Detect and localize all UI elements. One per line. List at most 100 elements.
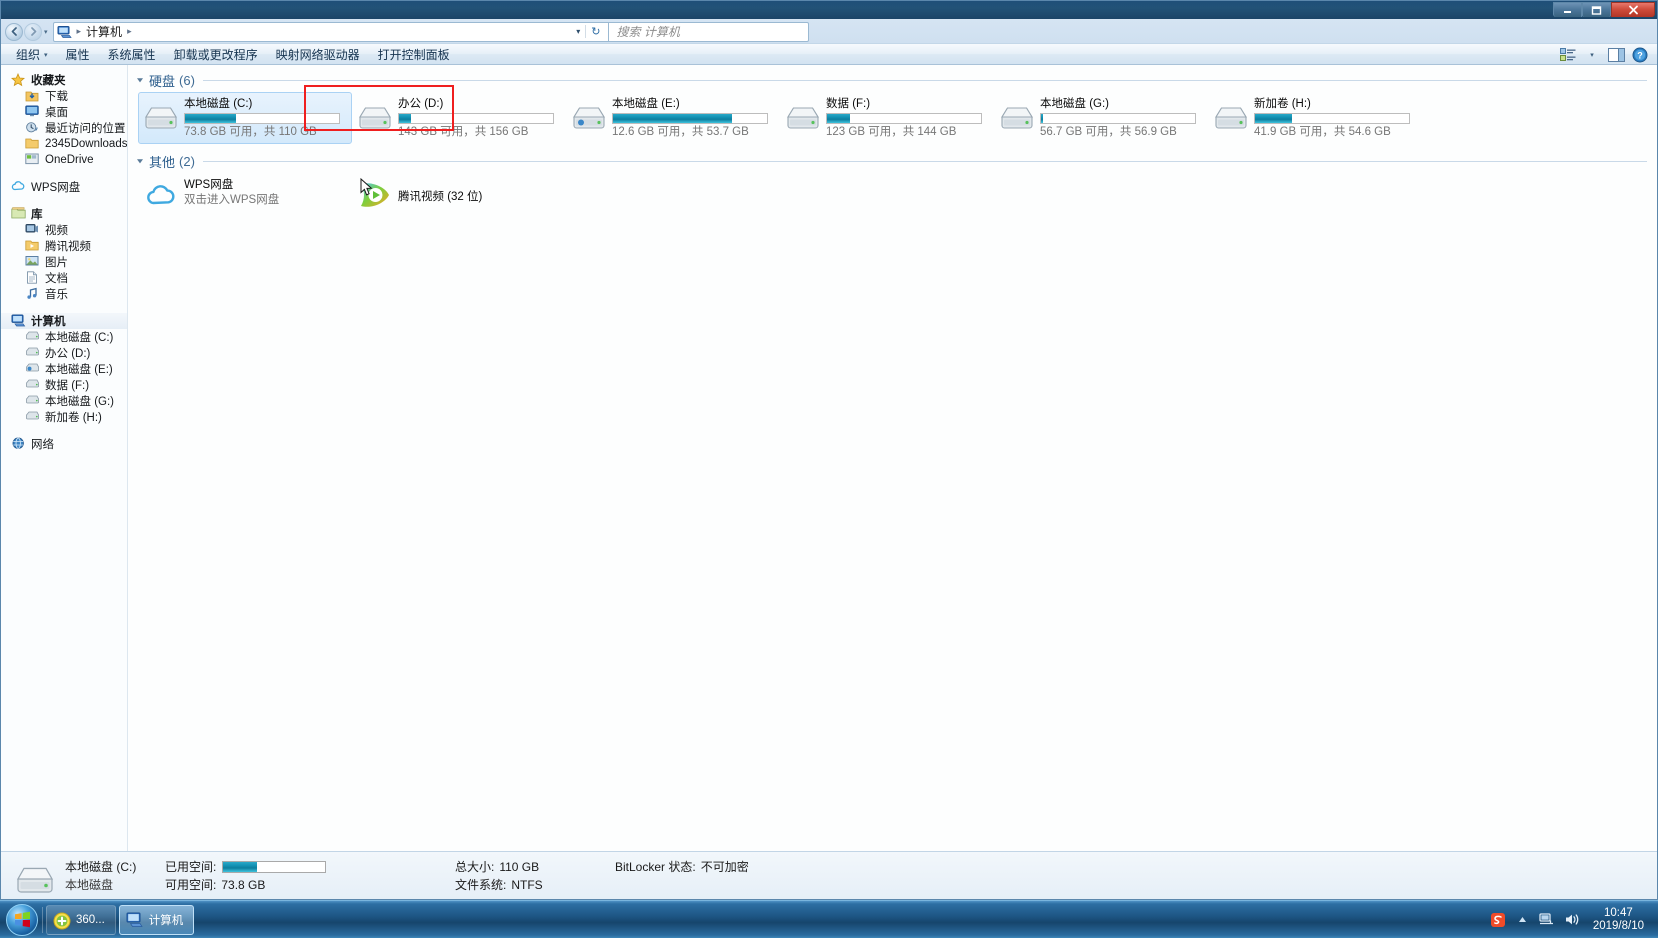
toolbar-map-network-drive[interactable]: 映射网络驱动器 [267, 44, 369, 65]
sidebar-item-tencent-video[interactable]: 腾讯视频 [1, 238, 127, 254]
breadcrumb-computer[interactable]: 计算机 [84, 23, 124, 40]
sidebar-item-2345downloads[interactable]: 2345Downloads [1, 136, 127, 152]
sidebar-item-onedrive[interactable]: OneDrive [1, 152, 127, 168]
content-pane[interactable]: 硬盘 (6) 本地磁盘 (C:) 73.8 GB 可用，共 110 GB 办公 … [128, 65, 1657, 851]
drive-usage-fill-f [827, 114, 851, 123]
sidebar-item-drive-d[interactable]: 办公 (D:) [1, 345, 127, 361]
drive-capacity-g: 56.7 GB 可用，共 56.9 GB [1040, 126, 1177, 138]
taskbar-item-computer[interactable]: 计算机 [118, 904, 195, 935]
group-count-harddisks: (6) [179, 73, 195, 88]
address-bar[interactable]: ▸ 计算机 ▸ ▾ ↻ [52, 21, 609, 42]
sidebar-item-music[interactable]: 音乐 [1, 286, 127, 302]
sidebar-item-recent-places[interactable]: 最近访问的位置 [1, 120, 127, 136]
group-header-others[interactable]: 其他 (2) [128, 144, 1657, 173]
recent-places-icon [25, 121, 40, 135]
other-tile-wps-cloud[interactable]: WPS网盘 双击进入WPS网盘 [138, 173, 352, 217]
history-dropdown-caret[interactable]: ▾ [44, 28, 48, 36]
breadcrumb-separator-1[interactable]: ▸ [124, 26, 135, 37]
other-name-wps-cloud: WPS网盘 [184, 179, 234, 191]
system-tray: 10:47 2019/8/10 [1489, 907, 1658, 933]
sidebar-item-drive-c[interactable]: 本地磁盘 (C:) [1, 329, 127, 345]
sidebar-item-network[interactable]: 网络 [1, 436, 127, 452]
toolbar-properties[interactable]: 属性 [57, 44, 99, 65]
drive-name-g: 本地磁盘 (G:) [1040, 98, 1109, 110]
drive-tile-f[interactable]: 数据 (F:) 123 GB 可用，共 144 GB [780, 92, 994, 144]
forward-button[interactable] [24, 22, 42, 41]
details-usage-fill [223, 861, 257, 872]
drive-icon [786, 103, 820, 133]
show-hidden-icons-icon[interactable] [1514, 911, 1532, 929]
sidebar-label-onedrive: OneDrive [45, 154, 94, 166]
wps-cloud-icon [144, 180, 178, 212]
sidebar-item-videos[interactable]: 视频 [1, 222, 127, 238]
sidebar-label-libraries: 库 [31, 209, 43, 221]
details-bitlocker-row: BitLocker 状态: 不可加密 [615, 858, 749, 876]
sidebar-item-pictures[interactable]: 图片 [1, 254, 127, 270]
group-header-harddisks[interactable]: 硬盘 (6) [128, 65, 1657, 92]
other-tile-tencent-video[interactable]: 腾讯视频 (32 位) [352, 173, 566, 217]
sidebar-item-libraries[interactable]: 库 [1, 206, 127, 222]
sidebar-label-pictures: 图片 [45, 257, 68, 269]
drive-usage-fill-d [399, 114, 412, 123]
nav-spacer-4 [1, 425, 127, 436]
drive-capacity-f: 123 GB 可用，共 144 GB [826, 126, 957, 138]
drive-tile-d[interactable]: 办公 (D:) 143 GB 可用，共 156 GB [352, 92, 566, 144]
sogou-input-icon[interactable] [1489, 911, 1507, 929]
drive-capacity-e: 12.6 GB 可用，共 53.7 GB [612, 126, 749, 138]
network-tray-icon[interactable] [1539, 911, 1557, 929]
drive-usage-fill-e [613, 114, 732, 123]
sidebar-label-2345downloads: 2345Downloads [45, 138, 128, 150]
sidebar-label-documents: 文档 [45, 273, 68, 285]
clock[interactable]: 10:47 2019/8/10 [1589, 907, 1650, 933]
collapse-triangle-icon[interactable] [136, 76, 144, 86]
close-button[interactable] [1611, 2, 1655, 17]
view-layout-icon[interactable] [1557, 45, 1579, 65]
drive-usage-bar-h [1254, 113, 1410, 124]
sidebar-item-computer[interactable]: 计算机 [1, 313, 127, 329]
other-info-wps-cloud: WPS网盘 双击进入WPS网盘 [184, 178, 346, 208]
cloud-icon [11, 180, 26, 194]
sidebar-item-drive-g[interactable]: 本地磁盘 (G:) [1, 393, 127, 409]
sidebar-item-drive-h[interactable]: 新加卷 (H:) [1, 409, 127, 425]
toolbar-system-properties[interactable]: 系统属性 [99, 44, 165, 65]
refresh-icon[interactable]: ↻ [585, 25, 605, 38]
sidebar-item-desktop[interactable]: 桌面 [1, 104, 127, 120]
drive-icon [358, 103, 392, 133]
drive-icon [15, 863, 55, 897]
drive-tile-g[interactable]: 本地磁盘 (G:) 56.7 GB 可用，共 56.9 GB [994, 92, 1208, 144]
start-button[interactable] [2, 902, 42, 938]
nav-spacer-2 [1, 195, 127, 206]
drive-tile-h[interactable]: 新加卷 (H:) 41.9 GB 可用，共 54.6 GB [1208, 92, 1422, 144]
toolbar-organize[interactable]: 组织 ▾ [7, 44, 57, 65]
search-input[interactable]: 搜索 计算机 [608, 21, 809, 42]
drive-icon [144, 103, 178, 133]
taskbar-item-360[interactable]: 360... [46, 904, 116, 935]
sidebar-label-music: 音乐 [45, 289, 68, 301]
back-button[interactable] [5, 22, 23, 41]
drive-usage-bar-d [398, 113, 554, 124]
sidebar-item-drive-f[interactable]: 数据 (F:) [1, 377, 127, 393]
drive-icon [572, 103, 606, 133]
maximize-button[interactable] [1582, 2, 1611, 17]
drive-icon [25, 346, 40, 360]
sidebar-item-documents[interactable]: 文档 [1, 270, 127, 286]
address-dropdown-caret[interactable]: ▾ [571, 27, 585, 36]
volume-tray-icon[interactable] [1564, 911, 1582, 929]
details-pane: 本地磁盘 (C:) 本地磁盘 已用空间: 可用空间: 73.8 GB 总大小: … [1, 851, 1657, 899]
view-dropdown-caret[interactable]: ▾ [1581, 45, 1603, 65]
collapse-triangle-icon[interactable] [136, 157, 144, 167]
sidebar-item-favorites[interactable]: 收藏夹 [1, 72, 127, 88]
preview-pane-icon[interactable] [1605, 45, 1627, 65]
toolbar-open-control-panel[interactable]: 打开控制面板 [369, 44, 459, 65]
minimize-button[interactable] [1553, 2, 1582, 17]
drive-tile-e[interactable]: 本地磁盘 (E:) 12.6 GB 可用，共 53.7 GB [566, 92, 780, 144]
window-body: 收藏夹 下载 桌面 最近访问的位置 2345Downloads OneDrive… [1, 65, 1657, 851]
drive-tile-c[interactable]: 本地磁盘 (C:) 73.8 GB 可用，共 110 GB [138, 92, 352, 144]
help-icon[interactable]: ? [1629, 45, 1651, 65]
sidebar-item-downloads[interactable]: 下载 [1, 88, 127, 104]
sidebar-item-drive-e[interactable]: 本地磁盘 (E:) [1, 361, 127, 377]
details-size-column: 总大小: 110 GB 文件系统: NTFS [455, 856, 615, 896]
toolbar-uninstall-change-program[interactable]: 卸载或更改程序 [165, 44, 267, 65]
sidebar-item-wps-cloud[interactable]: WPS网盘 [1, 179, 127, 195]
navigation-pane[interactable]: 收藏夹 下载 桌面 最近访问的位置 2345Downloads OneDrive… [1, 65, 128, 851]
